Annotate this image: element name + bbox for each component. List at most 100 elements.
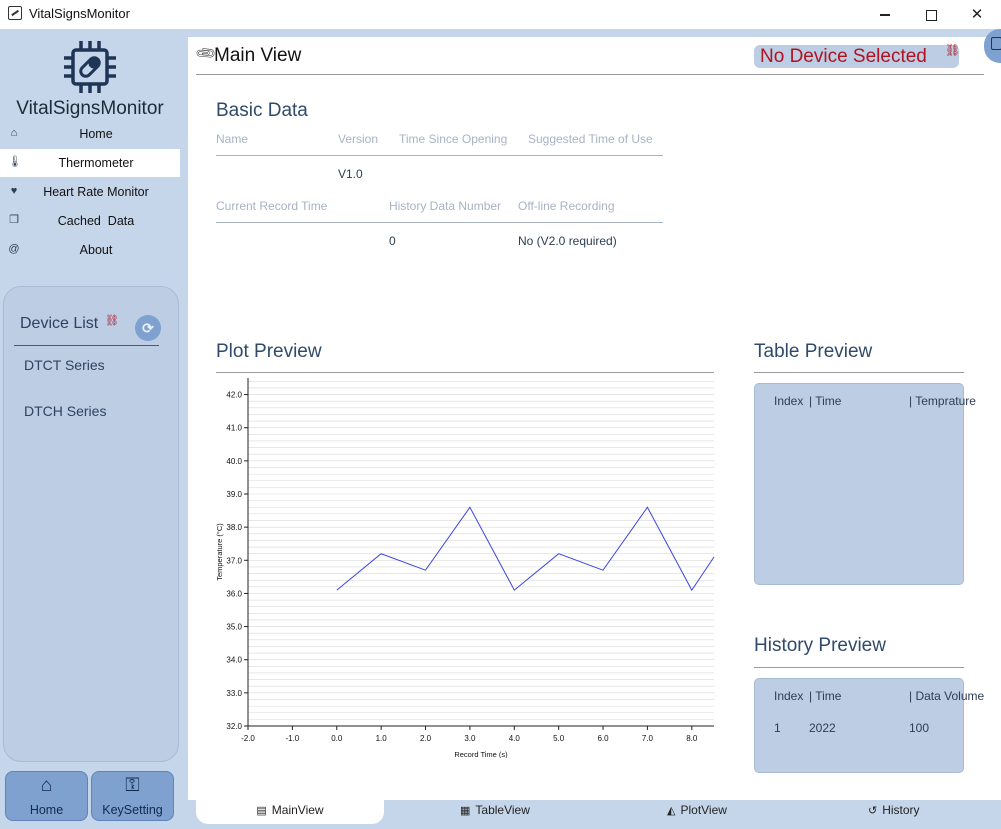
- y-tick-label: 32.0: [226, 722, 242, 731]
- history-cell-data-volume: 100: [909, 721, 930, 735]
- value-version: V1.0: [338, 167, 363, 181]
- sidebar-item-heart-rate-monitor[interactable]: ♥ Heart Rate Monitor: [0, 178, 180, 206]
- x-tick-label: 4.0: [509, 734, 521, 743]
- x-tick-label: 6.0: [597, 734, 609, 743]
- tab-label: MainView: [271, 803, 324, 817]
- list-icon: ▤: [256, 805, 267, 817]
- x-tick-label: 0.0: [331, 734, 343, 743]
- value-history-data-number: 0: [389, 234, 396, 248]
- x-tick-label: 3.0: [464, 734, 476, 743]
- tab-label: PlotView: [680, 803, 727, 817]
- table-preview-panel: Index | Time | Temprature: [754, 383, 976, 585]
- plot-preview-title: Plot Preview: [216, 341, 322, 362]
- app-name: VitalSignsMonitor: [16, 98, 164, 119]
- label-suggested-time: Suggested Time of Use: [528, 132, 653, 146]
- divider: [196, 74, 984, 75]
- value-offline-recording: No (V2.0 required): [518, 234, 617, 248]
- sidebar-item-label: Cached Data: [57, 214, 135, 228]
- x-tick-label: 7.0: [642, 734, 654, 743]
- y-tick-label: 42.0: [226, 391, 242, 400]
- app-logo-icon: [8, 6, 22, 20]
- table-icon: ▦: [460, 805, 471, 817]
- window-titlebar: VitalSignsMonitor ✕: [0, 0, 1001, 29]
- column-header-temperature: | Temprature: [909, 394, 976, 408]
- label-name: Name: [216, 132, 249, 146]
- y-tick-label: 40.0: [226, 457, 242, 466]
- maximize-icon: [925, 9, 937, 21]
- refresh-icon: ⟳: [142, 320, 154, 336]
- y-tick-label: 39.0: [226, 490, 242, 499]
- column-header-time: | Time: [809, 394, 842, 408]
- y-tick-label: 36.0: [226, 589, 242, 598]
- y-tick-label: 33.0: [226, 689, 242, 698]
- minimize-icon: [880, 14, 890, 16]
- label-offline-recording: Off-line Recording: [518, 199, 615, 213]
- minimize-button[interactable]: [862, 0, 908, 29]
- y-tick-label: 35.0: [226, 623, 242, 632]
- y-tick-label: 38.0: [226, 523, 242, 532]
- panel-icon: [991, 37, 1001, 50]
- x-axis-label: Record Time (s): [454, 750, 508, 758]
- sidebar-item-home[interactable]: ⌂ Home: [0, 120, 180, 148]
- device-item-dtch[interactable]: DTCH Series: [24, 403, 106, 419]
- y-tick-label: 41.0: [226, 424, 242, 433]
- column-header-index: Index: [774, 394, 804, 408]
- keysetting-button[interactable]: ⚿ KeySetting: [91, 771, 174, 821]
- history-preview-title: History Preview: [754, 635, 886, 656]
- collapse-panel-button[interactable]: [984, 29, 1001, 63]
- divider: [216, 155, 663, 156]
- device-list-title: Device List: [20, 315, 99, 332]
- tab-tableview[interactable]: ▦ TableView: [460, 800, 530, 824]
- main-view: 📎︎ Main View No Device Selected ⛓ Basic …: [188, 29, 1001, 800]
- sidebar-item-about[interactable]: @ About: [0, 236, 180, 264]
- chip-logo-icon: [64, 41, 116, 93]
- tab-plotview[interactable]: ◭ PlotView: [667, 800, 727, 824]
- divider: [14, 345, 159, 346]
- key-icon: ⚿: [125, 775, 140, 796]
- column-header-index: Index: [774, 689, 804, 703]
- tab-label: History: [882, 803, 920, 817]
- device-list-panel: Device List ⛓ ⟳ DTCT Series DTCH Series: [3, 286, 179, 762]
- unlink-icon: ⛓: [945, 43, 961, 57]
- label-version: Version: [338, 132, 379, 146]
- tab-history[interactable]: ↺ History: [868, 800, 920, 824]
- y-tick-label: 37.0: [226, 556, 242, 565]
- sidebar-item-label: Thermometer: [58, 156, 134, 170]
- sidebar-item-label: Heart Rate Monitor: [43, 185, 149, 199]
- tab-mainview[interactable]: ▤ MainView: [196, 800, 384, 824]
- refresh-button[interactable]: ⟳: [135, 315, 161, 341]
- keysetting-button-label: KeySetting: [102, 803, 163, 817]
- history-preview-panel: Index | Time | Data Volume 1 2022 100: [754, 678, 984, 773]
- device-status-badge: No Device Selected ⛓: [754, 43, 961, 68]
- x-tick-label: 1.0: [376, 734, 388, 743]
- label-history-data-number: History Data Number: [389, 199, 502, 213]
- x-tick-label: -1.0: [285, 734, 299, 743]
- y-tick-label: 34.0: [226, 656, 242, 665]
- history-icon: ↺: [868, 805, 878, 817]
- sidebar-item-cached-data[interactable]: ❐ Cached Data: [0, 207, 180, 235]
- divider: [754, 372, 964, 373]
- device-status-text: No Device Selected: [760, 46, 927, 67]
- close-button[interactable]: ✕: [954, 0, 1000, 29]
- divider: [216, 222, 663, 223]
- x-tick-label: 8.0: [686, 734, 698, 743]
- unlink-icon: ⛓: [105, 315, 119, 327]
- home-button[interactable]: ⌂ Home: [5, 771, 88, 821]
- page-title: Main View: [214, 45, 302, 66]
- sidebar-item-thermometer[interactable]: 🌡︎ Thermometer: [0, 149, 180, 177]
- x-tick-label: 2.0: [420, 734, 432, 743]
- sidebar-item-label: About: [79, 243, 113, 257]
- history-cell-time: 2022: [809, 721, 836, 735]
- maximize-button[interactable]: [908, 0, 954, 29]
- divider: [754, 667, 964, 668]
- area-chart-icon: ◭: [667, 805, 676, 817]
- column-header-data-volume: | Data Volume: [909, 689, 985, 703]
- temperature-chart: 32.0 33.0 34.0 35.0 36.0 37.0 38.0 39.0 40.0 41.0…: [215, 378, 715, 758]
- column-header-time: | Time: [809, 689, 842, 703]
- close-icon: ✕: [970, 6, 984, 23]
- tab-label: TableView: [475, 803, 530, 817]
- device-item-dtct[interactable]: DTCT Series: [24, 357, 105, 373]
- sidebar: VitalSignsMonitor ⌂ Home 🌡︎ Thermometer …: [0, 29, 188, 829]
- home-icon: ⌂: [40, 775, 53, 796]
- home-button-label: Home: [29, 803, 64, 817]
